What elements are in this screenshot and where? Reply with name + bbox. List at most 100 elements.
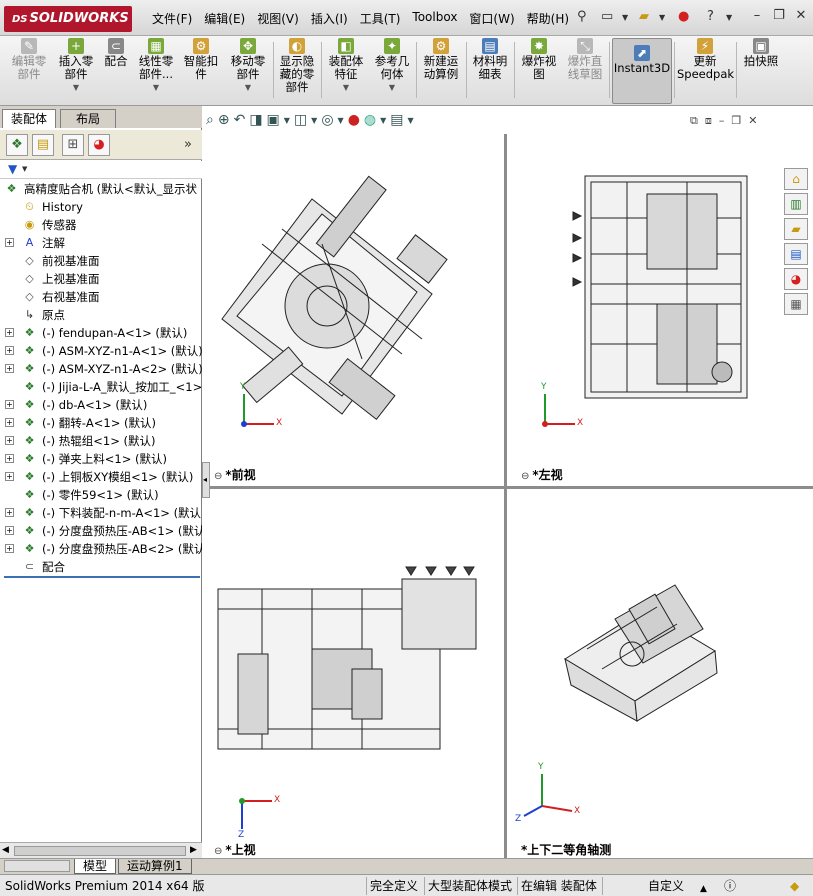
tree-expand-icon[interactable]: + bbox=[5, 238, 14, 247]
show-hidden-components-button[interactable]: ◐ 显示隐 藏的零 部件 bbox=[276, 38, 318, 94]
edit-appearance-icon[interactable]: ● bbox=[348, 112, 360, 128]
tab-model[interactable]: 模型 bbox=[74, 859, 117, 874]
tree-expand-icon[interactable]: + bbox=[5, 346, 14, 355]
viewport-top[interactable]: ⊖ *上视 bbox=[202, 489, 504, 858]
vertical-split-bar[interactable] bbox=[504, 134, 507, 858]
tree-expand-icon[interactable]: + bbox=[5, 544, 14, 553]
chevron-down-icon[interactable]: ▼ bbox=[226, 81, 270, 94]
status-custom-units[interactable]: 自定义 bbox=[648, 878, 684, 894]
filter-dropdown-icon[interactable]: ▼ bbox=[22, 165, 27, 173]
section-view-icon[interactable]: ◨ bbox=[249, 112, 262, 128]
help-dropdown-icon[interactable]: ▼ bbox=[726, 13, 732, 22]
chevron-down-icon[interactable]: ▼ bbox=[324, 81, 368, 94]
take-snapshot-button[interactable]: ▣ 拍快照 bbox=[739, 38, 783, 68]
exploded-view-button[interactable]: ✸ 爆炸视 图 bbox=[517, 38, 561, 81]
units-dropdown-icon[interactable]: ▲ bbox=[700, 881, 707, 896]
display-manager-icon[interactable]: ◕ bbox=[88, 134, 110, 156]
appearances-icon[interactable]: ◕ bbox=[784, 268, 808, 290]
new-document-icon[interactable]: ▭ bbox=[601, 9, 613, 24]
rebuild-traffic-light-icon[interactable]: ● bbox=[678, 9, 689, 24]
viewport-front[interactable]: ⊖ *前视 bbox=[202, 134, 504, 486]
edit-component-button[interactable]: ✎ 编辑零 部件 bbox=[6, 38, 52, 81]
hide-show-dropdown-icon[interactable]: ▼ bbox=[338, 116, 344, 125]
feature-tree-icon[interactable]: ❖ bbox=[6, 134, 28, 156]
reference-geometry-button[interactable]: ✦ 参考几 何体 ▼ bbox=[370, 38, 414, 94]
new-motion-study-button[interactable]: ⚙ 新建运 动算例 bbox=[419, 38, 463, 81]
linear-pattern-button[interactable]: ▦ 线性零 部件... ▼ bbox=[134, 38, 178, 94]
chevron-down-icon[interactable]: ▼ bbox=[370, 81, 414, 94]
file-explorer-icon[interactable]: ▰ bbox=[784, 218, 808, 240]
chevron-down-icon[interactable]: ▼ bbox=[134, 81, 178, 94]
view-settings-dropdown-icon[interactable]: ▼ bbox=[408, 116, 414, 125]
instant3d-button[interactable]: ⬈ Instant3D bbox=[612, 38, 672, 104]
restore-icon[interactable]: ❐ bbox=[771, 8, 787, 23]
zoom-to-fit-icon[interactable]: ⌕ bbox=[206, 112, 214, 128]
menu-toolbox[interactable]: Toolbox bbox=[406, 8, 463, 29]
view-link-icon[interactable]: ⧉ bbox=[690, 114, 698, 128]
display-style-dropdown-icon[interactable]: ▼ bbox=[311, 116, 317, 125]
tree-expand-icon[interactable]: + bbox=[5, 526, 14, 535]
help-icon[interactable]: ? bbox=[707, 9, 714, 24]
tree-expand-icon[interactable]: + bbox=[5, 436, 14, 445]
tree-filter-bar[interactable]: ▼ ▼ bbox=[0, 161, 202, 179]
scrollbar-thumb[interactable] bbox=[14, 846, 186, 856]
panel-collapse-handle[interactable]: ◂ bbox=[202, 462, 210, 498]
display-style-icon[interactable]: ◫ bbox=[294, 112, 307, 128]
update-speedpak-button[interactable]: ⚡ 更新 Speedpak bbox=[677, 38, 734, 81]
configuration-manager-icon[interactable]: ⊞ bbox=[62, 134, 84, 156]
pin-icon[interactable]: ⚲ bbox=[577, 9, 587, 24]
scroll-left-icon[interactable]: ◀ bbox=[2, 845, 9, 855]
previous-view-icon[interactable]: ↶ bbox=[234, 112, 246, 128]
view-settings-icon[interactable]: ▤ bbox=[390, 112, 403, 128]
bill-of-materials-button[interactable]: ▤ 材料明 细表 bbox=[469, 38, 511, 81]
open-dropdown-icon[interactable]: ▼ bbox=[659, 13, 665, 22]
tab-assembly[interactable]: 装配体 bbox=[2, 109, 57, 128]
tree-rollback-bar[interactable] bbox=[4, 576, 200, 578]
tab-motion-study-1[interactable]: 运动算例1 bbox=[118, 859, 192, 874]
custom-properties-icon[interactable]: ▦ bbox=[784, 293, 808, 315]
assembly-features-button[interactable]: ◧ 装配体 特征 ▼ bbox=[324, 38, 368, 94]
view-palette-icon[interactable]: ▤ bbox=[784, 243, 808, 265]
viewport-restore-icon[interactable]: ❐ bbox=[731, 114, 741, 128]
menu-help[interactable]: 帮助(H) bbox=[521, 8, 575, 29]
new-dropdown-icon[interactable]: ▼ bbox=[622, 13, 628, 22]
view-orientation-icon[interactable]: ▣ bbox=[267, 112, 280, 128]
menu-view[interactable]: 视图(V) bbox=[251, 8, 305, 29]
menu-file[interactable]: 文件(F) bbox=[146, 8, 198, 29]
apply-scene-icon[interactable]: ◍ bbox=[364, 112, 376, 128]
menu-tools[interactable]: 工具(T) bbox=[354, 8, 407, 29]
tree-horizontal-scrollbar[interactable]: ◀ ▶ bbox=[0, 842, 202, 858]
design-library-icon[interactable]: ▥ bbox=[784, 193, 808, 215]
status-info-icon[interactable]: ⓘ bbox=[724, 878, 736, 894]
graphics-area[interactable]: ⌕ ⊕ ↶ ◨ ▣ ▼ ◫ ▼ ◎ ▼ ● ◍ ▼ ▤ ▼ ⧉ ⧈ – ❐ ✕ bbox=[202, 106, 813, 858]
property-manager-icon[interactable]: ▤ bbox=[32, 134, 54, 156]
tree-expand-icon[interactable]: + bbox=[5, 472, 14, 481]
tree-expand-icon[interactable]: + bbox=[5, 400, 14, 409]
viewport-isometric[interactable]: *上下二等角轴测 bbox=[507, 489, 813, 858]
mate-button[interactable]: ⊂ 配合 bbox=[100, 38, 132, 68]
panel-expand-icon[interactable]: » bbox=[184, 137, 192, 152]
bottom-scroll-buttons[interactable] bbox=[4, 860, 70, 872]
view-tile-icon[interactable]: ⧈ bbox=[705, 114, 712, 128]
insert-component-button[interactable]: + 插入零 部件 ▼ bbox=[54, 38, 98, 94]
close-icon[interactable]: ✕ bbox=[793, 8, 809, 23]
explode-line-sketch-button[interactable]: ⤡ 爆炸直 线草图 bbox=[563, 38, 607, 81]
tree-expand-icon[interactable]: + bbox=[5, 508, 14, 517]
hide-show-items-icon[interactable]: ◎ bbox=[321, 112, 333, 128]
tab-layout[interactable]: 布局 bbox=[60, 109, 116, 128]
tree-expand-icon[interactable]: + bbox=[5, 364, 14, 373]
menu-edit[interactable]: 编辑(E) bbox=[198, 8, 251, 29]
filter-funnel-icon[interactable]: ▼ bbox=[8, 162, 17, 176]
tree-expand-icon[interactable]: + bbox=[5, 418, 14, 427]
menu-window[interactable]: 窗口(W) bbox=[463, 8, 520, 29]
horizontal-split-bar[interactable] bbox=[202, 486, 813, 489]
tree-expand-icon[interactable]: + bbox=[5, 454, 14, 463]
chevron-down-icon[interactable]: ▼ bbox=[54, 81, 98, 94]
move-component-button[interactable]: ✥ 移动零 部件 ▼ bbox=[226, 38, 270, 94]
tag-icon[interactable]: ◆ bbox=[790, 878, 799, 894]
viewport-left[interactable]: ⊖ *左视 bbox=[507, 134, 813, 486]
open-folder-icon[interactable]: ▰ bbox=[639, 9, 649, 24]
viewport-close-icon[interactable]: ✕ bbox=[748, 114, 757, 128]
scroll-right-icon[interactable]: ▶ bbox=[190, 845, 197, 855]
solidworks-logo[interactable]: DS SOLIDWORKS bbox=[4, 6, 132, 32]
